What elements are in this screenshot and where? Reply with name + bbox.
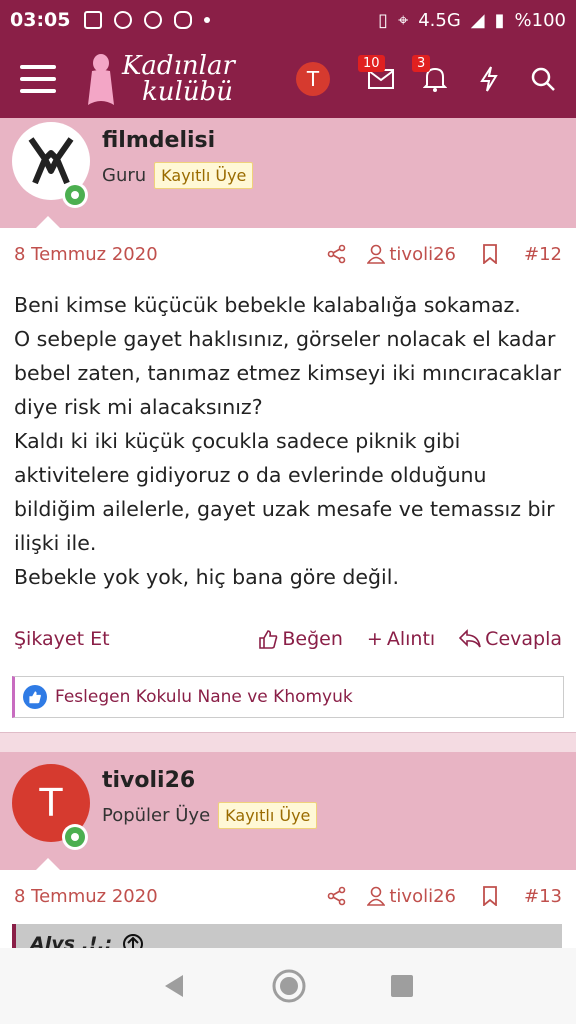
system-nav-bar xyxy=(0,948,576,1024)
header-pointer xyxy=(36,858,60,870)
likes-bar[interactable]: Feslegen Kokulu Nane ve Khomyuk xyxy=(12,676,564,718)
envelope-icon xyxy=(368,69,394,89)
like-label: Beğen xyxy=(282,628,343,650)
status-bar: 03:05 ▯ ⌖ 4.5G ◢ ▮ %100 xyxy=(0,0,576,40)
logo-figure-icon xyxy=(88,54,114,105)
user-avatar[interactable]: T xyxy=(296,62,330,96)
bookmark-icon[interactable] xyxy=(482,886,498,906)
whats-new-button[interactable] xyxy=(462,59,516,99)
app-icon-2 xyxy=(144,11,163,29)
bookmark-icon[interactable] xyxy=(482,244,498,264)
quote-button[interactable]: + Alıntı xyxy=(367,628,435,650)
post-separator xyxy=(0,732,576,752)
user-icon xyxy=(367,244,386,264)
battery-icon: ▮ xyxy=(494,9,505,31)
quote-block[interactable]: Alys .!.: xyxy=(12,924,562,948)
online-status-icon xyxy=(62,182,88,208)
like-button[interactable]: Beğen xyxy=(258,628,343,650)
post-header: filmdelisi Guru Kayıtlı Üye xyxy=(0,118,576,228)
news-icon xyxy=(84,11,103,29)
user-icon xyxy=(367,886,386,906)
share-icon[interactable] xyxy=(327,886,347,906)
back-icon[interactable] xyxy=(161,972,189,1000)
post-date[interactable]: 8 Temmuz 2020 xyxy=(14,244,158,265)
messages-badge: 10 xyxy=(358,55,385,72)
reply-button[interactable]: Cevapla xyxy=(459,628,562,650)
user-rank: Popüler Üye xyxy=(102,805,211,826)
plus-icon: + xyxy=(366,628,383,650)
user-tag: Kayıtlı Üye xyxy=(154,162,254,189)
reply-icon xyxy=(459,629,481,648)
post-number[interactable]: #12 xyxy=(524,244,562,265)
post-header: T tivoli26 Popüler Üye Kayıtlı Üye xyxy=(0,752,576,870)
post-author: tivoli26 xyxy=(389,243,456,265)
location-icon: ⌖ xyxy=(398,9,409,31)
online-status-icon xyxy=(62,824,88,850)
post-meta: 8 Temmuz 2020 tivoli26 #13 xyxy=(0,870,576,922)
battery-label: %100 xyxy=(514,9,566,31)
thread-content[interactable]: filmdelisi Guru Kayıtlı Üye 8 Temmuz 202… xyxy=(0,118,576,948)
post-date[interactable]: 8 Temmuz 2020 xyxy=(14,886,158,907)
post-body: Beni kimse küçücük bebekle kalabalığa so… xyxy=(14,293,562,589)
alerts-badge: 3 xyxy=(412,55,431,72)
user-rank: Guru xyxy=(102,165,147,186)
like-reaction-icon xyxy=(23,685,47,709)
share-icon[interactable] xyxy=(327,244,347,264)
flower-icon xyxy=(174,11,193,29)
user-tag: Kayıtlı Üye xyxy=(218,802,318,829)
search-icon xyxy=(531,67,555,91)
post-author-link[interactable]: tivoli26 xyxy=(367,244,456,265)
post-username[interactable]: filmdelisi xyxy=(102,128,215,153)
post-author-link[interactable]: tivoli26 xyxy=(367,886,456,907)
quote-author: Alys .!.: xyxy=(30,933,113,948)
vibrate-icon: ▯ xyxy=(378,9,389,31)
status-time: 03:05 xyxy=(10,9,71,31)
post-actions: Şikayet Et Beğen + Alıntı Cevapla xyxy=(0,612,576,666)
lightning-icon xyxy=(480,66,498,92)
user-title: Guru Kayıtlı Üye xyxy=(102,162,254,189)
post-meta: 8 Temmuz 2020 tivoli26 #12 xyxy=(0,228,576,280)
site-logo[interactable]: Kadınlar kulübü xyxy=(84,51,235,107)
search-button[interactable] xyxy=(516,59,570,99)
more-dot-icon xyxy=(204,17,211,23)
thumbs-up-icon xyxy=(259,630,278,649)
header-pointer xyxy=(36,216,60,228)
logo-text-line2: kulübü xyxy=(142,77,233,107)
network-label: 4.5G xyxy=(418,9,461,31)
notification-icons xyxy=(84,11,211,29)
arrow-up-circle-icon[interactable] xyxy=(122,933,144,948)
logo-text-line1: Kadınlar xyxy=(122,51,235,81)
reply-label: Cevapla xyxy=(485,628,562,650)
app-bar: Kadınlar kulübü T 10 3 xyxy=(0,40,576,118)
likes-text: Feslegen Kokulu Nane ve Khomyuk xyxy=(55,687,353,707)
messages-button[interactable]: 10 xyxy=(354,55,408,99)
recents-icon[interactable] xyxy=(389,973,415,999)
quote-label: Alıntı xyxy=(386,628,436,650)
post-author: tivoli26 xyxy=(389,885,456,907)
alerts-button[interactable]: 3 xyxy=(408,55,462,99)
post-username[interactable]: tivoli26 xyxy=(102,768,195,793)
home-icon[interactable] xyxy=(271,968,307,1004)
app-icon xyxy=(114,11,133,29)
user-title: Popüler Üye Kayıtlı Üye xyxy=(102,802,318,829)
post-number[interactable]: #13 xyxy=(524,886,562,907)
report-button[interactable]: Şikayet Et xyxy=(14,628,110,650)
signal-icon: ◢ xyxy=(470,9,485,31)
menu-icon[interactable] xyxy=(20,65,56,93)
